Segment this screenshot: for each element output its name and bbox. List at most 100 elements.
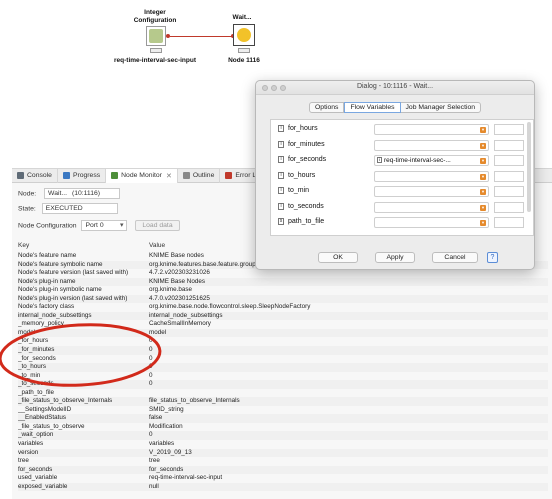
table-row[interactable]: Node's factory class org.knime.base.node.… xyxy=(18,303,548,312)
row-key: _to_seconds xyxy=(18,380,54,388)
variable-name: path_to_file xyxy=(288,218,325,225)
help-button[interactable]: ? xyxy=(487,252,498,263)
table-row[interactable]: Node's feature version (last saved with)… xyxy=(18,269,548,278)
row-value: internal_node_subsettings xyxy=(149,311,223,319)
row-key: _file_status_to_observe_Internals xyxy=(18,397,113,405)
row-value: org.knime.base xyxy=(149,286,193,294)
tab-progress[interactable]: Progress xyxy=(58,168,107,183)
flow-variable-row: i to_hours ▾ xyxy=(271,169,524,184)
table-row[interactable]: _to_hours 0 xyxy=(18,363,548,372)
wait-node-status-lights xyxy=(238,48,250,53)
node-field: Wait... (10:1116) xyxy=(44,188,121,199)
variable-select[interactable]: i req-time-interval-sec-... ▾ xyxy=(374,155,489,166)
variable-select[interactable]: ▾ xyxy=(374,201,489,213)
tab-flow-variables[interactable]: Flow Variables xyxy=(344,102,401,113)
variable-type-icon: i xyxy=(278,125,284,132)
row-value: file_status_to_observe_Internals xyxy=(149,397,240,405)
port-select[interactable]: Port 0 ▾ xyxy=(81,220,128,231)
flow-variable-row: i for_hours ▾ xyxy=(271,122,524,137)
tab-node-monitor[interactable]: Node Monitor ✕ xyxy=(106,168,178,183)
exposed-variable-field[interactable] xyxy=(494,186,524,197)
variable-select[interactable]: ▾ xyxy=(374,217,489,228)
integer-config-label: req-time-interval-sec-input xyxy=(114,57,196,64)
row-value: 0 xyxy=(149,431,153,439)
row-value: 4.7.2.v202303231026 xyxy=(149,269,210,277)
cancel-button[interactable]: Cancel xyxy=(432,252,478,263)
chevron-down-icon: ▾ xyxy=(480,173,486,180)
exposed-variable-field[interactable] xyxy=(494,139,524,151)
table-row[interactable]: exposed_variable null xyxy=(18,482,548,492)
flow-variable-row: i for_seconds i req-time-interval-sec-... ▾ xyxy=(271,153,524,168)
variable-type-icon: i xyxy=(278,156,284,163)
row-key: _path_to_file xyxy=(18,388,55,396)
table-row[interactable]: variables variables xyxy=(18,440,548,449)
exposed-variable-field[interactable] xyxy=(494,217,524,228)
table-row[interactable]: internal_node_subsettings internal_node_s… xyxy=(18,311,548,321)
row-key: variables xyxy=(18,440,44,448)
variable-select[interactable]: ▾ xyxy=(374,124,489,135)
chevron-down-icon: ▾ xyxy=(480,142,486,149)
row-value: 0 xyxy=(149,371,153,379)
table-row[interactable]: _to_min 0 xyxy=(18,372,548,381)
exposed-variable-field[interactable] xyxy=(494,170,524,182)
apply-button[interactable]: Apply xyxy=(375,252,415,263)
variable-select[interactable]: ▾ xyxy=(374,186,489,197)
row-key: version xyxy=(18,448,39,456)
table-row[interactable]: Node's plug-in version (last saved with)… xyxy=(18,294,548,304)
tab-job-manager-selection[interactable]: Job Manager Selection xyxy=(401,103,481,112)
wait-node[interactable] xyxy=(233,24,255,46)
table-row[interactable]: __EnabledStatus false xyxy=(18,414,548,423)
table-row[interactable]: _path_to_file xyxy=(18,389,548,398)
row-key: Node's plug-in version (last saved with) xyxy=(18,294,128,302)
table-row[interactable]: Node's plug-in symbolic name org.knime.ba… xyxy=(18,286,548,295)
flow-variable-list: i for_hours ▾ i for_minutes ▾ i for_seconds i req… xyxy=(270,119,534,236)
table-row[interactable]: _file_status_to_observe Modification xyxy=(18,423,548,432)
integer-config-icon xyxy=(149,29,163,43)
chevron-down-icon: ▾ xyxy=(480,220,486,226)
table-row[interactable]: version V_2019_09_13 xyxy=(18,448,548,458)
node-row: Node: Wait... (10:1116) xyxy=(18,188,121,199)
clock-icon xyxy=(237,28,251,42)
row-value: model xyxy=(149,328,167,336)
dialog-titlebar[interactable]: Dialog - 10:1116 - Wait... xyxy=(256,81,534,95)
close-icon[interactable]: ✕ xyxy=(166,172,172,180)
row-value: null xyxy=(149,482,159,490)
tab-outline[interactable]: Outline xyxy=(178,168,221,183)
table-row[interactable]: _wait_option 0 xyxy=(18,431,548,441)
table-row[interactable]: _file_status_to_observe_Internals file_st… xyxy=(18,397,548,406)
outline-icon xyxy=(182,172,190,179)
row-key: Node's factory class xyxy=(18,303,75,311)
row-value: V_2019_09_13 xyxy=(149,448,192,456)
tab-options[interactable]: Options xyxy=(310,103,345,112)
table-row[interactable]: for_seconds for_seconds xyxy=(18,465,548,475)
dialog-tabs: Options Flow Variables Job Manager Selec… xyxy=(309,102,482,113)
table-row[interactable]: _for_seconds 0 xyxy=(18,355,548,364)
row-key: Node's plug-in symbolic name xyxy=(18,286,102,294)
variable-select[interactable]: ▾ xyxy=(374,170,489,182)
dialog-title: Dialog - 10:1116 - Wait... xyxy=(356,83,434,90)
integer-config-node[interactable] xyxy=(146,26,166,46)
row-value: KNIME Base Nodes xyxy=(149,277,205,285)
variable-select[interactable]: ▾ xyxy=(374,139,489,151)
table-row[interactable]: _memory_policy CacheSmallInMemory xyxy=(18,320,548,329)
table-row[interactable]: model model xyxy=(18,328,548,338)
load-data-button[interactable]: Load data xyxy=(135,220,180,232)
row-key: for_seconds xyxy=(18,465,53,473)
exposed-variable-field[interactable] xyxy=(494,155,524,166)
table-row[interactable]: _for_minutes 0 xyxy=(18,346,548,355)
table-row[interactable]: used_variable req-time-interval-sec-input xyxy=(18,474,548,483)
scrollbar[interactable] xyxy=(527,122,531,212)
ok-button[interactable]: OK xyxy=(318,252,358,263)
table-row[interactable]: __SettingsModelID SMID_string xyxy=(18,406,548,415)
row-value: for_seconds xyxy=(149,465,184,473)
variable-name: to_seconds xyxy=(288,202,324,210)
exposed-variable-field[interactable] xyxy=(494,124,524,135)
exposed-variable-field[interactable] xyxy=(494,201,524,213)
variable-type-icon: i xyxy=(278,202,284,210)
table-row[interactable]: tree tree xyxy=(18,457,548,466)
tab-console[interactable]: Console xyxy=(12,168,58,183)
table-row[interactable]: _to_seconds 0 xyxy=(18,380,548,389)
table-row[interactable]: _for_hours 0 xyxy=(18,337,548,346)
table-row[interactable]: Node's plug-in name KNIME Base Nodes xyxy=(18,277,548,287)
row-value: tree xyxy=(149,457,160,465)
